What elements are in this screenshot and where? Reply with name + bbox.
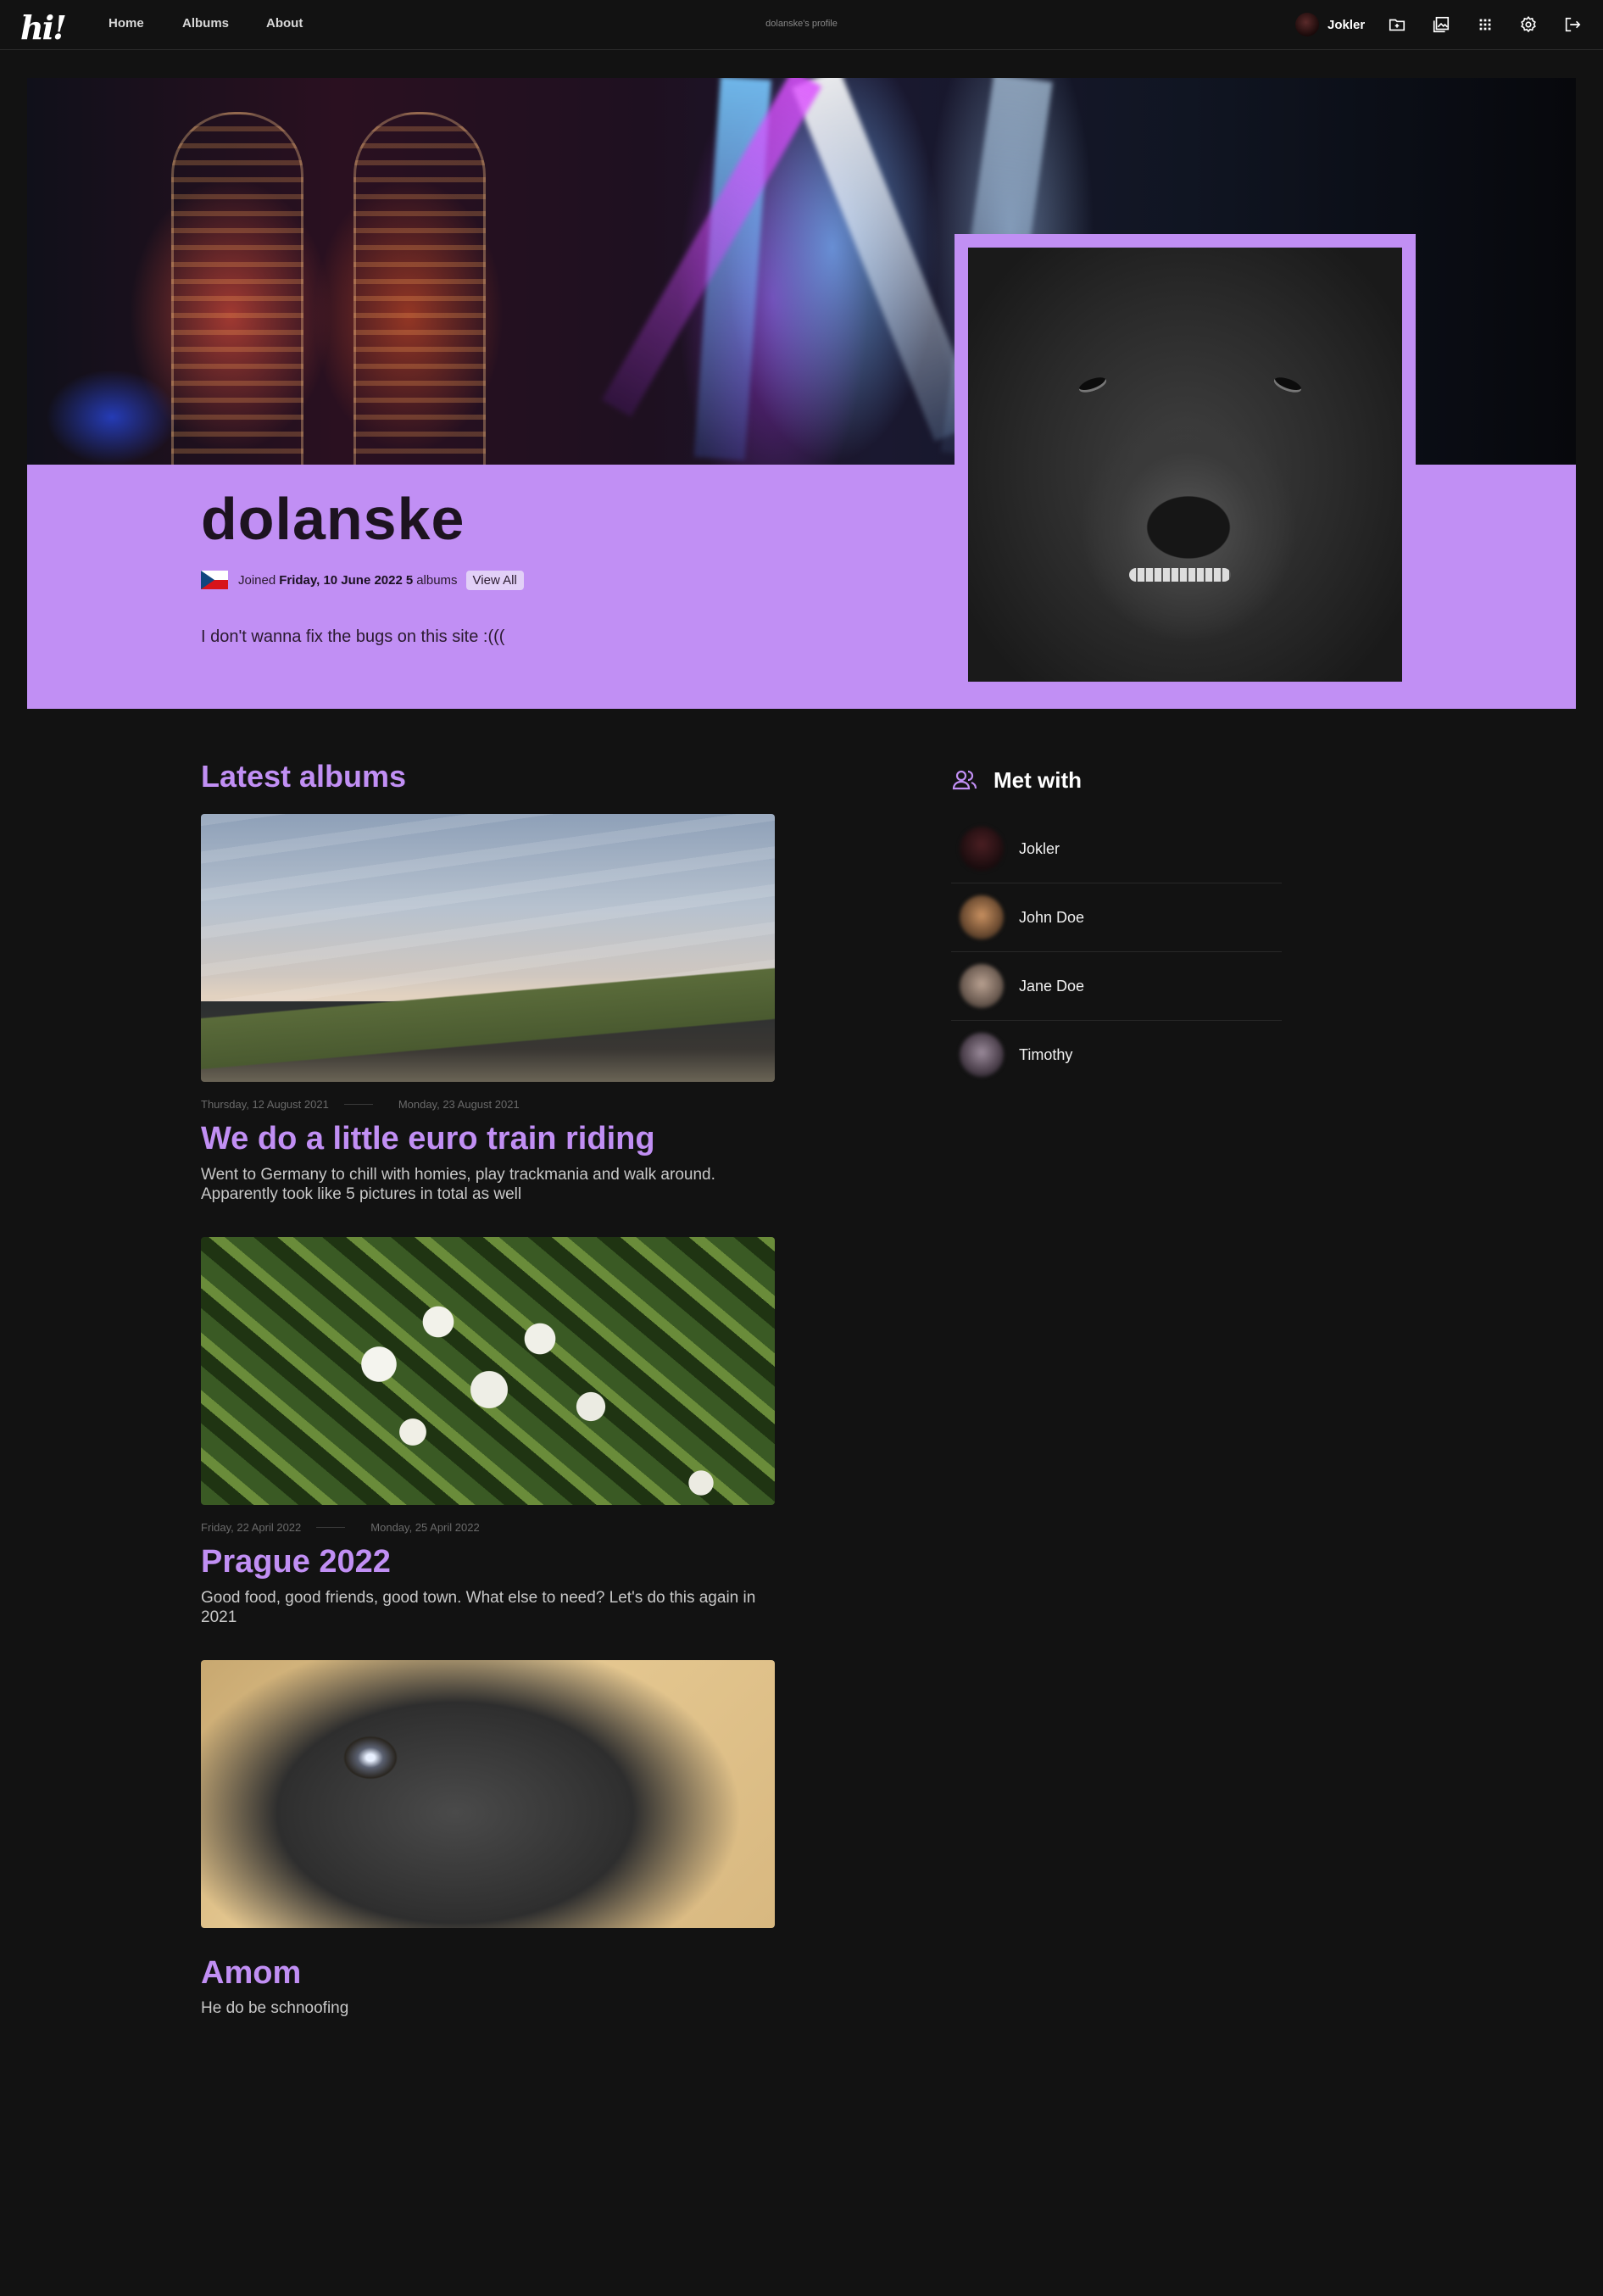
view-all-button[interactable]: View All (465, 570, 524, 590)
met-with-person[interactable]: Jokler (951, 815, 1282, 883)
settings-gear-icon[interactable] (1518, 14, 1539, 35)
album-title[interactable]: Prague 2022 (201, 1544, 391, 1580)
date-separator (316, 1526, 346, 1528)
joined-date: Friday, 10 June 2022 (279, 572, 403, 588)
met-with-heading: Met with (951, 765, 1082, 795)
album-description: He do be schnoofing (201, 1999, 349, 2017)
album-title[interactable]: We do a little euro train riding (201, 1121, 655, 1157)
person-avatar (960, 895, 1004, 939)
date-separator (343, 1103, 373, 1105)
album-dates: Thursday, 12 August 2021 Monday, 23 Augu… (201, 1096, 520, 1112)
album-end-date: Monday, 25 April 2022 (370, 1520, 480, 1534)
new-album-icon[interactable] (1387, 14, 1407, 35)
profile-meta: Joined Friday, 10 June 2022 5 albums Vie… (201, 568, 524, 592)
stained-glass-window (353, 112, 486, 465)
album-cover-image[interactable] (201, 814, 775, 1082)
album-end-date: Monday, 23 August 2021 (398, 1097, 520, 1111)
top-navbar: hi! Home Albums About dolanske's profile… (0, 0, 1603, 50)
album-description: Went to Germany to chill with homies, pl… (201, 1166, 715, 1203)
apps-grid-icon[interactable] (1475, 14, 1495, 35)
person-name: Jane Doe (1019, 977, 1085, 995)
album-description: Good food, good friends, good town. What… (201, 1589, 756, 1626)
user-name: Jokler (1327, 17, 1366, 32)
album-dates: Friday, 22 April 2022 Monday, 25 April 2… (201, 1519, 480, 1535)
person-avatar (960, 964, 1004, 1008)
user-avatar (1295, 13, 1319, 36)
avatar-teeth (1129, 568, 1231, 582)
profile-username: dolanske (201, 486, 465, 552)
person-name: Timothy (1019, 1045, 1073, 1063)
czech-flag-icon (201, 571, 228, 589)
profile-avatar (968, 248, 1402, 682)
avatar-eye (1272, 374, 1304, 396)
logout-icon[interactable] (1562, 14, 1583, 35)
album-start-date: Friday, 22 April 2022 (201, 1520, 302, 1534)
profile-bio: I don't wanna fix the bugs on this site … (201, 627, 505, 646)
met-with-person[interactable]: Jane Doe (951, 952, 1282, 1021)
person-avatar (960, 827, 1004, 871)
album-cover-image[interactable] (201, 1660, 775, 1928)
met-with-person[interactable]: Timothy (951, 1021, 1282, 1089)
user-menu[interactable]: Jokler (1295, 12, 1365, 37)
album-cover-image[interactable] (201, 1237, 775, 1505)
joined-label: Joined (238, 572, 276, 588)
person-avatar (960, 1033, 1004, 1077)
person-name: John Doe (1019, 908, 1085, 926)
met-with-person[interactable]: John Doe (951, 883, 1282, 952)
gallery-icon[interactable] (1431, 14, 1451, 35)
latest-albums-heading: Latest albums (201, 759, 407, 794)
albums-count: 5 (405, 572, 414, 588)
avatar-eye (1077, 374, 1109, 396)
stained-glass-window (171, 112, 303, 465)
albums-count-label: albums (416, 572, 458, 588)
met-with-title: Met with (994, 766, 1082, 793)
person-name: Jokler (1019, 839, 1060, 857)
album-title[interactable]: Amom (201, 1955, 301, 1992)
users-icon (952, 770, 977, 790)
album-start-date: Thursday, 12 August 2021 (201, 1097, 329, 1111)
